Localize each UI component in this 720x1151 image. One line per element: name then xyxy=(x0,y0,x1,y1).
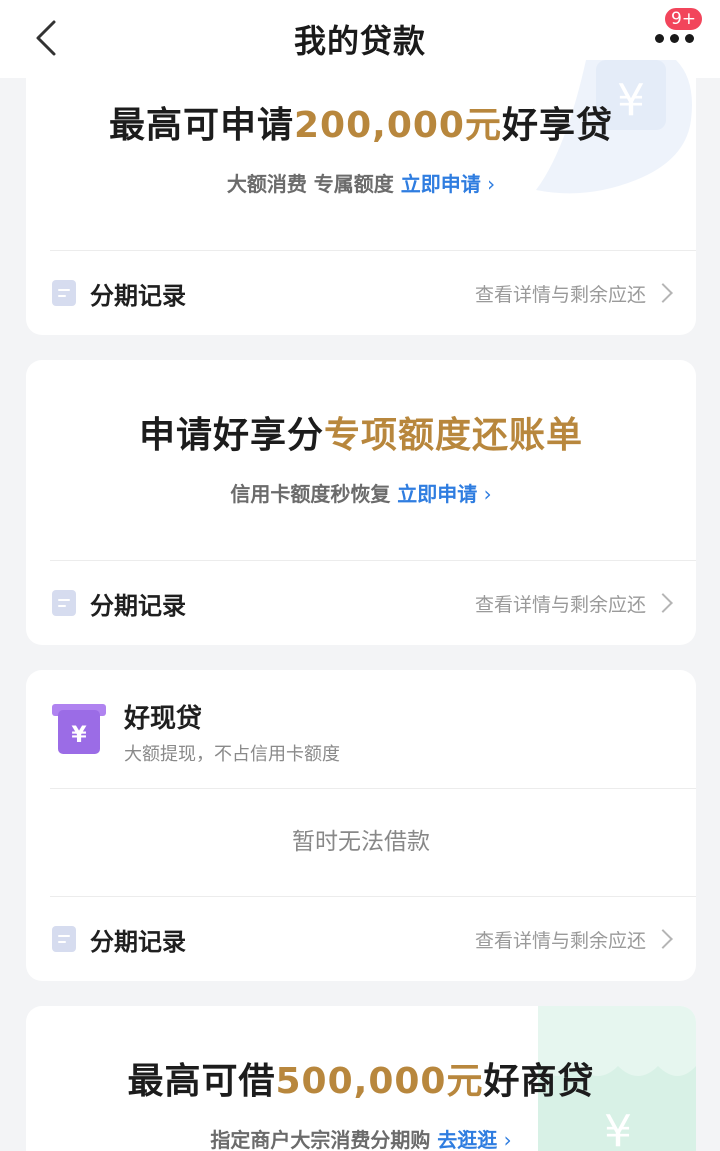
record-detail: 查看详情与剩余应还 xyxy=(474,929,646,952)
notification-badge: 9+ xyxy=(662,6,704,32)
promo-title-prefix: 最高可借 xyxy=(127,1061,276,1102)
chevron-right-icon: › xyxy=(480,172,496,196)
promo-subtitle-text: 信用卡额度秒恢复 xyxy=(230,482,391,506)
promo-title-amount: 200,000元 xyxy=(294,105,502,146)
go-shopping-label: 去逛逛 xyxy=(437,1128,498,1151)
chevron-right-icon: › xyxy=(497,1128,512,1151)
haoxiang-promo-title: 最高可申请200,000元好享贷 xyxy=(26,96,696,148)
record-detail: 查看详情与剩余应还 xyxy=(474,283,646,306)
svg-text:¥: ¥ xyxy=(71,723,87,748)
apply-now-link[interactable]: 立即申请 › xyxy=(397,482,491,506)
promo-title-prefix: 最高可申请 xyxy=(108,105,294,146)
record-label: 分期记录 xyxy=(90,927,186,956)
record-label: 分期记录 xyxy=(90,591,186,620)
chevron-right-icon xyxy=(653,593,673,613)
chevron-left-icon xyxy=(36,20,56,56)
haoxiangfen-promo-title: 申请好享分专项额度还账单 xyxy=(26,406,696,458)
apply-now-link[interactable]: 立即申请 › xyxy=(401,172,495,196)
loan-status-text: 暂时无法借款 xyxy=(292,829,430,855)
haoxian-subtitle: 大额提现，不占信用卡额度 xyxy=(124,744,340,765)
haoxian-loan-card: ¥ 好现贷 大额提现，不占信用卡额度 暂时无法借款 分期记录 查看详情与剩余应还 xyxy=(26,670,696,981)
more-dot-icon xyxy=(669,33,679,43)
haoxiangfen-card: 申请好享分专项额度还账单 信用卡额度秒恢复 立即申请 › 分期记录 查看详情与剩… xyxy=(26,360,696,645)
promo-title-amount: 500,000元 xyxy=(275,1061,484,1102)
haoxiangfen-promo-subtitle: 信用卡额度秒恢复 立即申请 › xyxy=(26,478,696,507)
promo-title-highlight: 专项额度还账单 xyxy=(324,415,584,456)
record-label: 分期记录 xyxy=(90,281,186,310)
back-button[interactable] xyxy=(26,16,66,60)
page-title: 我的贷款 xyxy=(293,22,426,60)
installment-record-row[interactable]: 分期记录 查看详情与剩余应还 xyxy=(26,561,696,645)
haoxiang-loan-card: ¥ 最高可申请200,000元好享贷 大额消费 专属额度 立即申请 › 分期记录… xyxy=(26,60,696,335)
apply-now-label: 立即申请 xyxy=(397,482,478,506)
promo-subtitle-text: 大额消费 专属额度 xyxy=(226,172,394,196)
installment-record-row[interactable]: 分期记录 查看详情与剩余应还 xyxy=(26,251,696,335)
chevron-right-icon xyxy=(653,283,673,303)
promo-title-product: 好商贷 xyxy=(483,1061,595,1102)
document-icon xyxy=(52,590,76,616)
chevron-right-icon: › xyxy=(477,482,492,506)
more-dot-icon xyxy=(684,33,694,43)
apply-now-label: 立即申请 xyxy=(400,172,481,196)
document-icon xyxy=(52,926,76,952)
haoshang-loan-card: ¥ 最高可借500,000元好商贷 指定商户大宗消费分期购 去逛逛 › xyxy=(26,1006,696,1151)
go-shopping-link[interactable]: 去逛逛 › xyxy=(437,1128,511,1151)
chevron-right-icon xyxy=(653,929,673,949)
haoshang-promo-title: 最高可借500,000元好商贷 xyxy=(26,1052,696,1104)
promo-subtitle-text: 指定商户大宗消费分期购 xyxy=(210,1128,431,1151)
haoxian-title: 好现贷 xyxy=(124,704,203,734)
cash-withdraw-icon: ¥ xyxy=(52,704,106,754)
installment-record-row[interactable]: 分期记录 查看详情与剩余应还 xyxy=(26,897,696,981)
haoshang-promo-subtitle: 指定商户大宗消费分期购 去逛逛 › xyxy=(26,1124,696,1151)
more-dot-icon xyxy=(654,33,664,43)
haoxiang-promo-subtitle: 大额消费 专属额度 立即申请 › xyxy=(26,168,696,197)
divider xyxy=(50,788,696,789)
promo-title-prefix: 申请好享分 xyxy=(138,415,324,456)
document-icon xyxy=(52,280,76,306)
record-detail: 查看详情与剩余应还 xyxy=(474,593,646,616)
promo-title-product: 好享贷 xyxy=(501,105,613,146)
